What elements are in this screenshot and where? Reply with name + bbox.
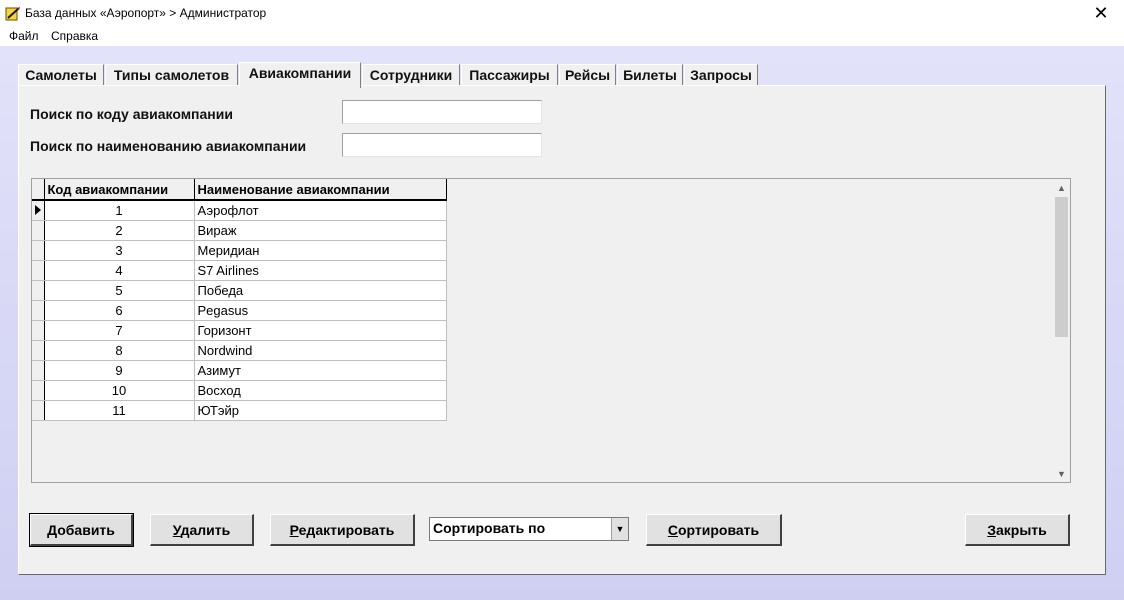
cell-airline-code[interactable]: 2 [44,220,195,241]
cell-airline-name[interactable]: Nordwind [194,340,447,361]
table-row[interactable]: 2 Вираж [32,220,447,241]
table-row[interactable]: 11 ЮТэйр [32,400,447,421]
search-by-code-label: Поиск по коду авиакомпании [30,106,233,122]
row-indicator[interactable] [32,240,45,261]
scroll-up-icon[interactable]: ▲ [1053,179,1070,196]
scroll-down-icon[interactable]: ▼ [1053,465,1070,482]
cell-airline-name[interactable]: Аэрофлот [194,200,447,221]
cell-airline-name[interactable]: Меридиан [194,240,447,261]
menu-help[interactable]: Справка [51,29,98,43]
table-row[interactable]: 10 Восход [32,380,447,401]
tab-plane-types[interactable]: Типы самолетов [105,64,238,86]
cell-airline-code[interactable]: 5 [44,280,195,301]
cell-airline-code[interactable]: 8 [44,340,195,361]
row-indicator[interactable] [32,280,45,301]
cell-airline-code[interactable]: 10 [44,380,195,401]
scroll-thumb[interactable] [1055,197,1068,337]
tab-queries[interactable]: Запросы [684,64,758,86]
row-indicator[interactable] [32,200,45,221]
search-by-code-input[interactable] [342,100,542,124]
cell-airline-name[interactable]: Pegasus [194,300,447,321]
cell-airline-name[interactable]: Горизонт [194,320,447,341]
airlines-grid[interactable]: Код авиакомпании Наименование авиакомпан… [31,178,1071,483]
cell-airline-code[interactable]: 6 [44,300,195,321]
search-by-name-input[interactable] [342,133,542,157]
table-row[interactable]: 5 Победа [32,280,447,301]
tab-flights[interactable]: Рейсы [559,64,616,86]
search-by-name-label: Поиск по наименованию авиакомпании [30,138,307,154]
cell-airline-name[interactable]: S7 Airlines [194,260,447,281]
cell-airline-code[interactable]: 1 [44,200,195,221]
close-button[interactable]: Закрыть [965,514,1070,546]
cell-airline-code[interactable]: 9 [44,360,195,381]
row-indicator[interactable] [32,400,45,421]
tab-passengers[interactable]: Пассажиры [461,64,558,86]
cell-airline-name[interactable]: Восход [194,380,447,401]
row-indicator[interactable] [32,300,45,321]
column-header-name[interactable]: Наименование авиакомпании [194,179,447,201]
table-row[interactable]: 9 Азимут [32,360,447,381]
row-indicator[interactable] [32,340,45,361]
cell-airline-name[interactable]: ЮТэйр [194,400,447,421]
tab-employees[interactable]: Сотрудники [362,64,460,86]
current-row-arrow-icon [35,205,41,216]
menu-bar: Файл Справка [0,26,1124,46]
delete-button[interactable]: Удалить [150,514,254,546]
tab-tickets[interactable]: Билеты [617,64,683,86]
table-row[interactable]: 7 Горизонт [32,320,447,341]
table-row[interactable]: 3 Меридиан [32,240,447,261]
table-row[interactable]: 4 S7 Airlines [32,260,447,281]
edit-button[interactable]: Редактировать [270,514,415,546]
airlines-table: Код авиакомпании Наименование авиакомпан… [32,179,447,421]
grid-vertical-scrollbar[interactable]: ▲ ▼ [1053,179,1070,482]
chevron-down-icon[interactable]: ▼ [611,518,628,540]
table-row[interactable]: 8 Nordwind [32,340,447,361]
tab-airlines[interactable]: Авиакомпании [239,62,361,88]
close-window-button[interactable]: ✕ [1078,0,1124,26]
row-indicator[interactable] [32,360,45,381]
title-bar: База данных «Аэропорт» > Администратор ✕ [0,0,1124,26]
cell-airline-name[interactable]: Вираж [194,220,447,241]
tab-planes[interactable]: Самолеты [18,64,104,86]
menu-file[interactable]: Файл [9,29,39,43]
table-row[interactable]: 1 Аэрофлот [32,200,447,221]
grid-header-row: Код авиакомпании Наименование авиакомпан… [32,179,447,201]
cell-airline-code[interactable]: 7 [44,320,195,341]
cell-airline-code[interactable]: 11 [44,400,195,421]
column-header-code[interactable]: Код авиакомпании [44,179,195,201]
close-icon: ✕ [1093,2,1109,23]
grid-corner [32,179,45,201]
cell-airline-code[interactable]: 4 [44,260,195,281]
cell-airline-name[interactable]: Победа [194,280,447,301]
sort-button[interactable]: Сортировать [646,514,782,546]
window-title: База данных «Аэропорт» > Администратор [25,6,267,20]
airlines-tab-panel: Поиск по коду авиакомпании Поиск по наим… [18,85,1106,575]
table-row[interactable]: 6 Pegasus [32,300,447,321]
row-indicator[interactable] [32,320,45,341]
app-icon [5,7,20,21]
cell-airline-code[interactable]: 3 [44,240,195,261]
sort-by-select[interactable]: Сортировать по ▼ [429,517,629,541]
row-indicator[interactable] [32,260,45,281]
row-indicator[interactable] [32,380,45,401]
row-indicator[interactable] [32,220,45,241]
cell-airline-name[interactable]: Азимут [194,360,447,381]
add-button[interactable]: Добавить [29,513,134,547]
sort-by-value: Сортировать по [433,520,546,536]
